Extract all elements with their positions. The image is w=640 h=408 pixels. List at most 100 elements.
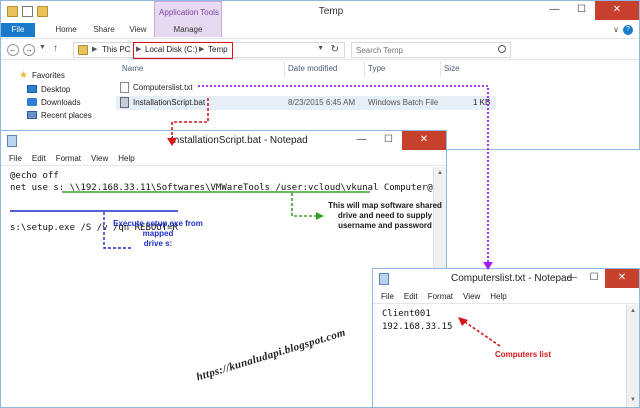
- close-icon[interactable]: ✕: [595, 1, 639, 20]
- notepad-title: InstallationScript.bat - Notepad: [171, 135, 308, 146]
- recent-locations-icon[interactable]: ▼: [39, 44, 46, 51]
- ribbon-tabs: File Home Share View Manage ∨ ?: [1, 23, 639, 37]
- search-box: [351, 42, 511, 58]
- notepad-icon: [7, 135, 17, 147]
- nav-recent-places[interactable]: Recent places: [27, 109, 92, 121]
- file-name: Computerslist.txt: [133, 83, 193, 92]
- annotation-computers-list: Computers list: [494, 350, 551, 359]
- code-line: net use s: \\192.168.33.11\Softwares\VMW…: [10, 183, 439, 193]
- nav-favorites[interactable]: ★ Favorites: [19, 69, 65, 81]
- close-icon[interactable]: ✕: [402, 131, 446, 150]
- tab-manage[interactable]: Manage: [166, 23, 210, 37]
- chevron-right-icon[interactable]: ▶: [92, 45, 97, 53]
- nav-desktop-label: Desktop: [41, 84, 71, 94]
- scroll-down-icon[interactable]: ▼: [627, 394, 639, 406]
- column-divider[interactable]: [440, 61, 441, 77]
- minimize-icon[interactable]: —: [561, 269, 583, 288]
- column-header-date[interactable]: Date modified: [288, 64, 337, 73]
- chevron-down-icon[interactable]: ∨: [613, 25, 619, 34]
- menu-format[interactable]: Format: [428, 290, 453, 303]
- breadcrumb-this-pc[interactable]: This PC: [102, 45, 130, 54]
- chevron-right-icon[interactable]: ▶: [136, 45, 141, 53]
- menu-edit[interactable]: Edit: [32, 152, 46, 165]
- up-icon[interactable]: ↑: [53, 43, 58, 54]
- nav-downloads-label: Downloads: [41, 97, 81, 107]
- search-icon[interactable]: [498, 45, 506, 53]
- nav-favorites-label: Favorites: [31, 70, 65, 80]
- folder-icon: [78, 45, 88, 55]
- column-divider[interactable]: [364, 61, 365, 77]
- menu-view[interactable]: View: [91, 152, 108, 165]
- scroll-up-icon[interactable]: ▲: [434, 167, 446, 179]
- recent-places-icon: [27, 111, 37, 119]
- tab-home[interactable]: Home: [51, 23, 81, 37]
- maximize-icon[interactable]: ☐: [583, 269, 605, 288]
- column-header-type[interactable]: Type: [368, 64, 385, 73]
- annotation-execute-setup: Execute setup.exe from mapped drive s:: [98, 219, 218, 249]
- notepad-title-bar: Computerslist.txt - Notepad — ☐ ✕: [373, 269, 639, 289]
- scroll-up-icon[interactable]: ▲: [627, 305, 639, 317]
- notepad-menu-bar: File Edit Format View Help: [373, 290, 639, 304]
- notepad-icon: [379, 273, 389, 285]
- annotation-line: Execute setup.exe from mapped: [113, 219, 203, 238]
- notepad-menu-bar: File Edit Format View Help: [1, 152, 446, 166]
- search-input[interactable]: [352, 43, 492, 57]
- annotation-map-drive: This will map software shared drive and …: [285, 201, 485, 231]
- column-divider[interactable]: [284, 61, 285, 77]
- menu-help[interactable]: Help: [490, 290, 506, 303]
- breadcrumb-local-disk[interactable]: Local Disk (C:): [145, 45, 197, 54]
- chevron-right-icon[interactable]: ▶: [199, 45, 204, 53]
- address-bar: ← → ▼ ↑ ▶ This PC ▶ Local Disk (C:) ▶ Te…: [1, 38, 639, 60]
- downloads-icon: [27, 98, 37, 106]
- breadcrumb-temp[interactable]: Temp: [208, 45, 228, 54]
- new-folder-icon[interactable]: [37, 6, 48, 17]
- explorer-title: Temp: [318, 6, 344, 17]
- file-date: 8/23/2015 6:45 AM: [288, 98, 356, 107]
- column-header-size[interactable]: Size: [444, 64, 460, 73]
- vertical-scrollbar[interactable]: ▲ ▼: [626, 305, 639, 406]
- file-type: Windows Batch File: [368, 98, 439, 107]
- annotation-line: drive and need to supply: [337, 211, 433, 220]
- close-icon[interactable]: ✕: [605, 269, 639, 288]
- explorer-window: Application Tools Temp — ☐ ✕ File Home S…: [0, 0, 640, 150]
- notepad-window-controls: — ☐ ✕: [348, 131, 446, 150]
- notepad-title-bar: InstallationScript.bat - Notepad — ☐ ✕: [1, 131, 446, 151]
- batch-file-icon: [120, 97, 129, 108]
- nav-desktop[interactable]: Desktop: [27, 83, 70, 95]
- menu-view[interactable]: View: [463, 290, 480, 303]
- tab-view[interactable]: View: [125, 23, 151, 37]
- tab-share[interactable]: Share: [89, 23, 119, 37]
- tab-file[interactable]: File: [1, 23, 35, 37]
- address-field[interactable]: ▶ This PC ▶ Local Disk (C:) ▶ Temp ▼ ↻: [73, 42, 345, 59]
- properties-icon[interactable]: [22, 6, 33, 17]
- menu-format[interactable]: Format: [56, 152, 81, 165]
- back-icon[interactable]: ←: [7, 44, 19, 56]
- maximize-icon[interactable]: ☐: [568, 1, 595, 20]
- column-header-name[interactable]: Name: [122, 64, 143, 73]
- menu-file[interactable]: File: [9, 152, 22, 165]
- maximize-icon[interactable]: ☐: [375, 131, 402, 150]
- file-row[interactable]: Computerslist.txt: [116, 81, 496, 95]
- nav-downloads[interactable]: Downloads: [27, 96, 81, 108]
- minimize-icon[interactable]: —: [541, 1, 568, 20]
- quick-access-toolbar: [7, 6, 48, 17]
- annotation-line: drive s:: [143, 239, 173, 248]
- chevron-down-icon[interactable]: ▼: [317, 45, 324, 52]
- help-icon[interactable]: ?: [623, 25, 633, 35]
- code-line: @echo off: [10, 171, 59, 181]
- menu-file[interactable]: File: [381, 290, 394, 303]
- menu-help[interactable]: Help: [118, 152, 134, 165]
- explorer-window-controls: — ☐ ✕: [541, 1, 639, 20]
- desktop-icon: [27, 85, 37, 93]
- nav-recent-label: Recent places: [41, 110, 92, 120]
- refresh-icon[interactable]: ↻: [331, 44, 339, 55]
- forward-icon[interactable]: →: [23, 44, 35, 56]
- code-line: 192.168.33.15: [382, 322, 453, 332]
- notepad-window-controls: — ☐ ✕: [561, 269, 639, 288]
- explorer-title-bar: Application Tools Temp — ☐ ✕: [1, 1, 639, 37]
- file-row[interactable]: InstallationScript.bat 8/23/2015 6:45 AM…: [116, 96, 496, 110]
- application-tools-label: Application Tools: [159, 8, 219, 17]
- notepad-list-window: Computerslist.txt - Notepad — ☐ ✕ File E…: [372, 268, 640, 408]
- minimize-icon[interactable]: —: [348, 131, 375, 150]
- menu-edit[interactable]: Edit: [404, 290, 418, 303]
